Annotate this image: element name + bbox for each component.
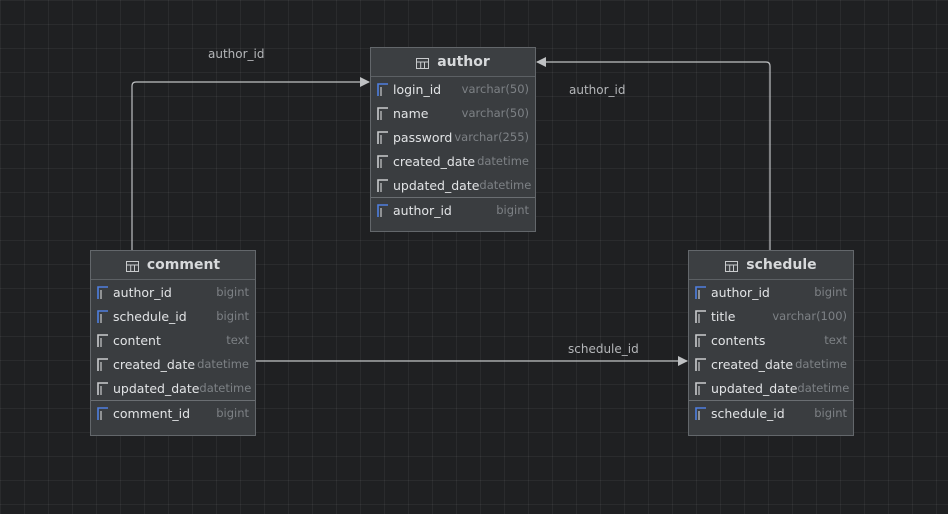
column-name: content — [113, 332, 161, 348]
column-icon — [375, 153, 391, 169]
column-icon — [693, 380, 709, 396]
column-type: bigint — [216, 406, 249, 420]
column-icon — [95, 380, 111, 396]
column-type: bigint — [216, 309, 249, 323]
column-name: password — [393, 129, 453, 145]
column-row[interactable]: comment_id bigint — [91, 400, 255, 425]
table-icon — [725, 260, 739, 272]
column-type: datetime — [197, 357, 249, 371]
key-column-icon — [693, 284, 709, 300]
column-row[interactable]: author_id bigint — [689, 280, 853, 304]
column-row[interactable]: schedule_id bigint — [689, 400, 853, 425]
column-row[interactable]: author_id bigint — [91, 280, 255, 304]
relation-label-comment-author: author_id — [208, 47, 265, 61]
column-type: bigint — [496, 203, 529, 217]
column-row[interactable]: name varchar(50) — [371, 101, 535, 125]
column-name: schedule_id — [711, 405, 785, 421]
column-type: text — [226, 333, 249, 347]
relation-label-schedule-author: author_id — [569, 83, 626, 97]
entity-comment[interactable]: comment author_id bigint schedule_id bigint c… — [90, 250, 256, 436]
key-column-icon — [375, 202, 391, 218]
column-type: varchar(255) — [454, 130, 529, 144]
column-type: datetime — [199, 381, 252, 395]
column-type: varchar(50) — [461, 106, 529, 120]
column-row[interactable]: created_date datetime — [689, 352, 853, 376]
column-icon — [693, 308, 709, 324]
column-type: bigint — [814, 406, 847, 420]
column-name: name — [393, 105, 429, 121]
column-type: datetime — [795, 357, 847, 371]
column-type: text — [824, 333, 847, 347]
relation-comment-author-line — [131, 77, 370, 250]
column-row[interactable]: contents text — [689, 328, 853, 352]
entity-header: schedule — [689, 251, 853, 280]
column-row[interactable]: password varchar(255) — [371, 125, 535, 149]
entity-schedule[interactable]: schedule author_id bigint title varchar(100)… — [688, 250, 854, 436]
entity-author[interactable]: author login_id varchar(50) name varchar(50)… — [370, 47, 536, 232]
column-row[interactable]: title varchar(100) — [689, 304, 853, 328]
column-icon — [95, 356, 111, 372]
column-name: schedule_id — [113, 308, 187, 324]
table-icon — [416, 57, 430, 69]
column-icon — [693, 332, 709, 348]
column-row[interactable]: created_date datetime — [91, 352, 255, 376]
column-icon — [375, 105, 391, 121]
column-type: datetime — [797, 381, 850, 395]
column-row[interactable]: schedule_id bigint — [91, 304, 255, 328]
key-column-icon — [95, 284, 111, 300]
column-row[interactable]: created_date datetime — [371, 149, 535, 173]
column-type: varchar(100) — [772, 309, 847, 323]
column-name: updated_date — [711, 380, 798, 396]
key-column-icon — [95, 405, 111, 421]
column-name: created_date — [393, 153, 476, 169]
column-row[interactable]: login_id varchar(50) — [371, 77, 535, 101]
column-name: updated_date — [393, 177, 480, 193]
entity-title: comment — [146, 257, 221, 273]
column-icon — [375, 177, 391, 193]
column-icon — [95, 332, 111, 348]
entity-header: comment — [91, 251, 255, 280]
column-name: author_id — [711, 284, 770, 300]
column-row[interactable]: author_id bigint — [371, 197, 535, 222]
column-name: contents — [711, 332, 766, 348]
column-name: updated_date — [113, 380, 200, 396]
table-icon — [125, 260, 139, 272]
column-name: login_id — [393, 81, 442, 97]
entity-header: author — [371, 48, 535, 77]
column-name: author_id — [393, 202, 452, 218]
column-name: created_date — [113, 356, 196, 372]
entity-title: schedule — [746, 257, 817, 273]
column-name: comment_id — [113, 405, 191, 421]
column-row[interactable]: updated_date datetime — [689, 376, 853, 400]
column-name: created_date — [711, 356, 794, 372]
entity-title: author — [437, 54, 490, 70]
column-name: author_id — [113, 284, 172, 300]
key-column-icon — [95, 308, 111, 324]
key-column-icon — [375, 81, 391, 97]
column-row[interactable]: content text — [91, 328, 255, 352]
column-type: bigint — [814, 285, 847, 299]
column-type: varchar(50) — [461, 82, 529, 96]
relation-label-comment-schedule: schedule_id — [568, 342, 639, 356]
column-type: bigint — [216, 285, 249, 299]
column-type: datetime — [477, 154, 529, 168]
column-row[interactable]: updated_date datetime — [371, 173, 535, 197]
key-column-icon — [693, 405, 709, 421]
column-type: datetime — [479, 178, 532, 192]
column-icon — [693, 356, 709, 372]
column-row[interactable]: updated_date datetime — [91, 376, 255, 400]
column-name: title — [711, 308, 736, 324]
column-icon — [375, 129, 391, 145]
